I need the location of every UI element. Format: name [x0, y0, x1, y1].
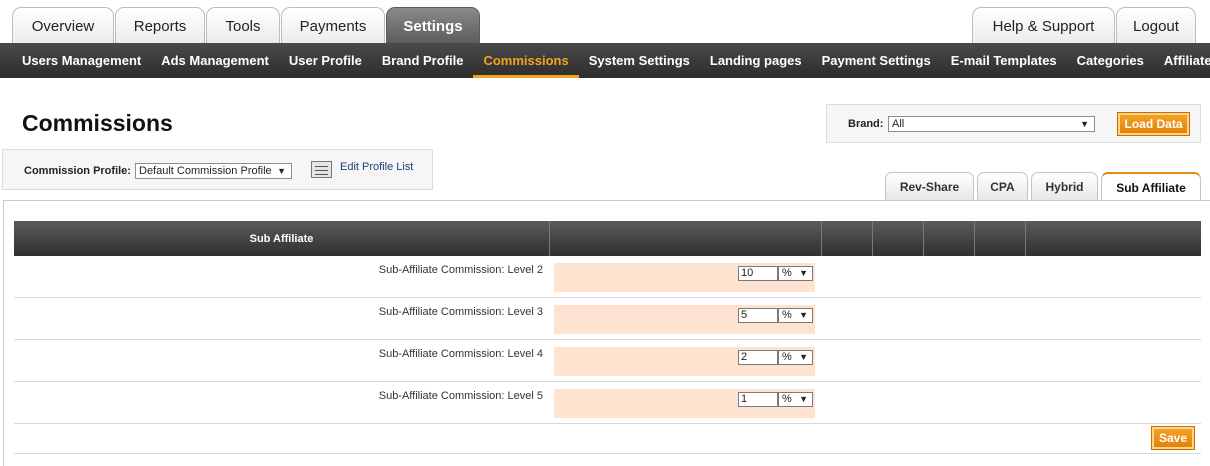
tab-sub-affiliate[interactable]: Sub Affiliate [1101, 172, 1201, 201]
subnav-email-templates[interactable]: E-mail Templates [941, 43, 1067, 78]
column-divider [923, 221, 924, 256]
table-header-title: Sub Affiliate [249, 232, 314, 245]
table-row: Sub-Affiliate Commission: Level 4 2 % ▼ [14, 340, 1201, 382]
row-value-cell: 1 % ▼ [554, 389, 815, 418]
tab-payments[interactable]: Payments [281, 7, 385, 44]
subnav-ads-management[interactable]: Ads Management [151, 43, 279, 78]
chevron-down-icon: ▼ [799, 268, 808, 278]
unit-value: % [782, 267, 792, 279]
column-divider [1025, 221, 1026, 256]
column-divider [821, 221, 822, 256]
table-row: Sub-Affiliate Commission: Level 3 5 % ▼ [14, 298, 1201, 340]
unit-value: % [782, 351, 792, 363]
tab-overview[interactable]: Overview [12, 7, 114, 44]
column-divider [974, 221, 975, 256]
row-label: Sub-Affiliate Commission: Level 5 [378, 390, 543, 402]
tab-tools[interactable]: Tools [206, 7, 280, 44]
brand-select[interactable]: All ▼ [888, 116, 1095, 132]
commission-value-input[interactable]: 5 [738, 308, 778, 323]
utility-tabs: Help & Support Logout [972, 7, 1197, 44]
table-row: Sub-Affiliate Commission: Level 2 10 % ▼ [14, 256, 1201, 298]
commission-profile-value: Default Commission Profile [139, 165, 272, 177]
brand-select-value: All [892, 118, 905, 130]
subnav-affiliate-groups[interactable]: Affiliate Groups [1154, 43, 1210, 78]
commission-unit-select[interactable]: % ▼ [778, 350, 813, 365]
column-divider [549, 221, 550, 256]
commission-unit-select[interactable]: % ▼ [778, 308, 813, 323]
commission-profile-select[interactable]: Default Commission Profile ▼ [135, 163, 292, 179]
tab-hybrid[interactable]: Hybrid [1031, 172, 1098, 201]
settings-subnav: Users Management Ads Management User Pro… [0, 43, 1210, 78]
page-title: Commissions [22, 110, 173, 136]
commission-unit-select[interactable]: % ▼ [778, 266, 813, 281]
brand-filter-panel: Brand: All ▼ Load Data [826, 104, 1201, 143]
commission-profile-panel: Commission Profile: Default Commission P… [2, 149, 433, 190]
subnav-categories[interactable]: Categories [1067, 43, 1154, 78]
commission-value-input[interactable]: 1 [738, 392, 778, 407]
subnav-payment-settings[interactable]: Payment Settings [812, 43, 941, 78]
save-button[interactable]: Save [1151, 426, 1195, 450]
chevron-down-icon: ▼ [1080, 119, 1089, 129]
commission-unit-select[interactable]: % ▼ [778, 392, 813, 407]
commission-type-tabs: Rev-Share CPA Hybrid Sub Affiliate [885, 172, 1204, 201]
chevron-down-icon: ▼ [799, 310, 808, 320]
commission-content: Sub Affiliate Sub-Affiliate Commission: … [3, 200, 1210, 466]
subnav-users-management[interactable]: Users Management [12, 43, 151, 78]
row-label: Sub-Affiliate Commission: Level 2 [378, 264, 543, 276]
tab-cpa[interactable]: CPA [977, 172, 1028, 201]
row-label: Sub-Affiliate Commission: Level 3 [378, 306, 543, 318]
load-data-button[interactable]: Load Data [1117, 112, 1190, 136]
chevron-down-icon: ▼ [799, 394, 808, 404]
row-value-cell: 5 % ▼ [554, 305, 815, 334]
tab-reports[interactable]: Reports [115, 7, 205, 44]
table-row: Sub-Affiliate Commission: Level 5 1 % ▼ [14, 382, 1201, 424]
brand-label: Brand: [848, 118, 884, 130]
chevron-down-icon: ▼ [799, 352, 808, 362]
tab-help-support[interactable]: Help & Support [972, 7, 1115, 44]
table-list-icon[interactable] [311, 161, 332, 178]
chevron-down-icon: ▼ [277, 166, 286, 176]
unit-value: % [782, 309, 792, 321]
commission-value-input[interactable]: 10 [738, 266, 778, 281]
tab-rev-share[interactable]: Rev-Share [885, 172, 974, 201]
subnav-landing-pages[interactable]: Landing pages [700, 43, 812, 78]
row-label: Sub-Affiliate Commission: Level 4 [378, 348, 543, 360]
subnav-commissions[interactable]: Commissions [473, 43, 579, 78]
tab-logout[interactable]: Logout [1116, 7, 1196, 44]
column-divider [872, 221, 873, 256]
table-header: Sub Affiliate [14, 221, 1201, 256]
subnav-system-settings[interactable]: System Settings [579, 43, 700, 78]
edit-profile-list-link[interactable]: Edit Profile List [340, 161, 413, 173]
tab-settings[interactable]: Settings [386, 7, 480, 44]
row-value-cell: 2 % ▼ [554, 347, 815, 376]
row-value-cell: 10 % ▼ [554, 263, 815, 292]
subnav-user-profile[interactable]: User Profile [279, 43, 372, 78]
divider [14, 453, 1201, 454]
subnav-brand-profile[interactable]: Brand Profile [372, 43, 474, 78]
unit-value: % [782, 393, 792, 405]
main-nav-tabs: Overview Reports Tools Payments Settings [12, 7, 481, 44]
commission-value-input[interactable]: 2 [738, 350, 778, 365]
commission-profile-label: Commission Profile: [24, 165, 131, 177]
